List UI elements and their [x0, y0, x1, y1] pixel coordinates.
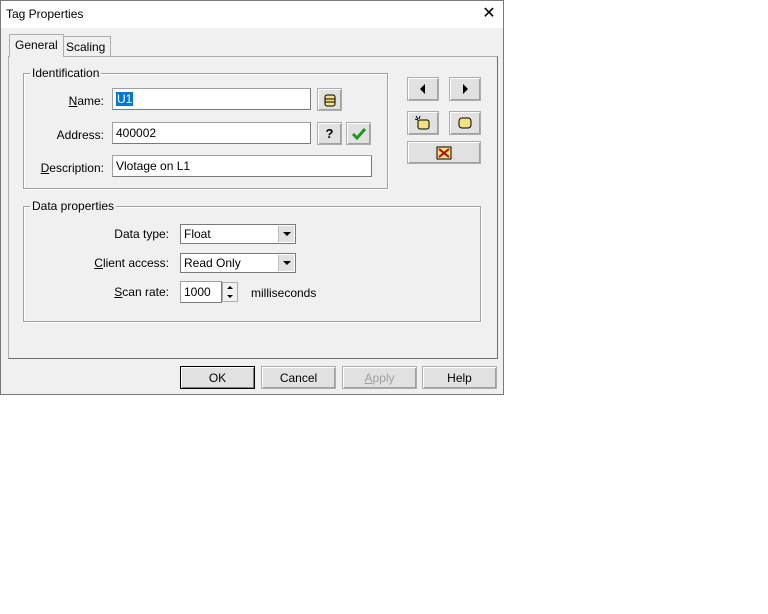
scan-rate-value: 1000	[184, 285, 211, 299]
new-tag-button[interactable]	[407, 111, 439, 135]
tab-general[interactable]: General	[9, 34, 64, 57]
scan-rate-spinner[interactable]	[222, 282, 238, 302]
description-input[interactable]: Vlotage on L1	[112, 155, 372, 177]
previous-tag-button[interactable]	[407, 77, 439, 101]
ok-button-label: OK	[208, 370, 227, 385]
ok-button[interactable]: OK	[180, 366, 255, 389]
data-type-label: Data type:	[114, 227, 169, 241]
window-title: Tag Properties	[6, 7, 84, 21]
name-value: U1	[116, 92, 134, 106]
delete-icon	[436, 146, 452, 159]
chevron-down-icon[interactable]	[278, 226, 294, 242]
name-label: Name:	[68, 94, 104, 108]
close-icon[interactable]: ✕	[477, 3, 501, 25]
cancel-button[interactable]: Cancel	[261, 366, 336, 389]
tag-properties-dialog: Tag Properties ✕ General Scaling Identif…	[0, 0, 504, 395]
question-icon: ?	[325, 126, 334, 141]
client-access-select[interactable]: Read Only	[180, 253, 296, 273]
apply-button[interactable]: Apply	[342, 366, 417, 389]
help-button[interactable]: Help	[422, 366, 497, 389]
address-value: 400002	[116, 126, 157, 140]
scan-rate-label: Scan rate:	[114, 285, 169, 299]
duplicate-tag-button[interactable]	[449, 111, 481, 135]
arrow-left-icon	[420, 84, 425, 94]
address-label: Address:	[56, 128, 104, 142]
title-bar[interactable]: Tag Properties ✕	[1, 1, 503, 28]
client-access-label: Client access:	[94, 256, 169, 270]
address-input[interactable]: 400002	[112, 122, 311, 144]
description-label: Description:	[40, 161, 104, 175]
description-value: Vlotage on L1	[116, 159, 191, 173]
help-button-label: Help	[447, 370, 472, 385]
tab-scaling-label: Scaling	[66, 40, 106, 54]
data-properties-group: Data properties Data type: Float Client …	[23, 199, 481, 322]
identification-legend: Identification	[30, 66, 102, 80]
delete-tag-button[interactable]	[407, 141, 481, 164]
tab-panel-general: Identification Name: U1 Address: 400002 …	[8, 56, 498, 359]
database-icon	[324, 94, 335, 106]
apply-button-label: Apply	[364, 370, 395, 385]
tab-scaling[interactable]: Scaling	[60, 36, 112, 56]
chevron-down-icon[interactable]	[278, 255, 294, 271]
browse-tag-button[interactable]	[317, 88, 342, 111]
client-access-value: Read Only	[184, 256, 241, 270]
validate-address-button[interactable]	[346, 122, 371, 145]
scan-rate-input[interactable]: 1000	[180, 281, 222, 303]
data-type-select[interactable]: Float	[180, 224, 296, 244]
spin-up-icon[interactable]	[223, 283, 237, 292]
spin-down-icon[interactable]	[223, 292, 237, 301]
arrow-right-icon	[463, 84, 468, 94]
checkmark-icon	[351, 127, 366, 140]
next-tag-button[interactable]	[449, 77, 481, 101]
scan-rate-unit: milliseconds	[251, 286, 317, 300]
name-input[interactable]: U1	[112, 88, 311, 110]
cancel-button-label: Cancel	[279, 370, 318, 385]
data-properties-legend: Data properties	[30, 199, 117, 213]
new-tag-icon	[414, 115, 430, 130]
tag-icon	[458, 117, 472, 129]
tab-general-label: General	[15, 38, 58, 52]
data-type-value: Float	[184, 227, 211, 241]
address-help-button[interactable]: ?	[317, 122, 342, 145]
identification-group: Identification Name: U1 Address: 400002 …	[23, 66, 388, 189]
